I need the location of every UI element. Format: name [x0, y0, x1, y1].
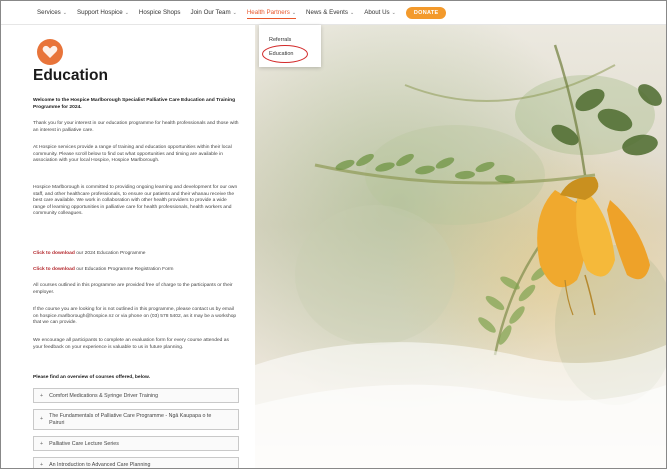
hero-illustration: [255, 44, 666, 468]
paragraph-free-of-charge: All courses outlined in this programme a…: [33, 283, 233, 295]
donate-button[interactable]: DONATE: [405, 6, 447, 19]
chevron-down-icon: ⌄: [232, 9, 237, 16]
download-programme-line: Click to download our 2024 Education Pro…: [33, 251, 239, 258]
course-title: Comfort Medications & Syringe Driver Tra…: [49, 392, 159, 399]
nav-item-label: News & Events: [306, 9, 348, 16]
plus-icon: +: [40, 416, 44, 423]
chevron-down-icon: ⌄: [62, 9, 67, 16]
content-column: Education Welcome to the Hospice Marlbor…: [25, 25, 255, 468]
download-registration-line: Click to download our Education Programm…: [33, 267, 239, 274]
paragraph-intro: Thank you for your interest in our educa…: [33, 121, 239, 133]
chevron-down-icon: ⌄: [350, 9, 355, 16]
nav-item-join-our-team[interactable]: Join Our Team ⌄: [191, 9, 237, 16]
page-title: Education: [33, 67, 108, 84]
nav-item-label: Join Our Team: [190, 9, 231, 16]
nav-item-services[interactable]: Services ⌄: [37, 9, 67, 16]
hospice-heart-logo-icon: [37, 39, 63, 65]
course-title: An Introduction to Advanced Care Plannin…: [49, 461, 151, 468]
nav-item-label: Support Hospice: [76, 9, 123, 16]
nav-item-news-events[interactable]: News & Events ⌄: [306, 9, 354, 16]
paragraph-commitment: Hospice Marlborough is committed to prov…: [33, 185, 238, 217]
nav-item-label: Hospice Shops: [138, 9, 181, 16]
download-registration-text: our Education Programme Registration For…: [74, 267, 174, 272]
nav-item-about-us[interactable]: About Us ⌄: [364, 9, 396, 16]
paragraph-contact: If the course you are looking for is not…: [33, 307, 237, 326]
browser-frame: Services ⌄ Support Hospice ⌄ Hospice Shops…: [0, 0, 667, 469]
highlight-circle: [262, 45, 308, 63]
chevron-down-icon: ⌄: [291, 9, 297, 16]
dropdown-item-referrals[interactable]: Referrals: [269, 37, 291, 43]
nav-item-label: About Us: [364, 9, 390, 16]
plus-icon: +: [40, 440, 44, 447]
plus-icon: +: [40, 461, 44, 468]
chevron-down-icon: ⌄: [391, 9, 396, 16]
download-programme-text: our 2024 Education Programme: [74, 251, 146, 256]
nav-item-label: Health Partners: [246, 9, 290, 16]
download-programme-link[interactable]: Click to download: [33, 251, 75, 256]
course-accordion-item[interactable]: + Palliative Care Lecture Series: [33, 436, 239, 451]
course-accordion-item[interactable]: + Comfort Medications & Syringe Driver Tr…: [33, 388, 239, 403]
paragraph-opportunities: At Hospice services provide a range of t…: [33, 145, 232, 164]
course-accordion-item[interactable]: + An Introduction to Advanced Care Planni…: [33, 457, 239, 468]
paragraph-evaluation: We encourage all participants to complet…: [33, 338, 229, 350]
courses-overview-heading: Please find an overview of courses offer…: [33, 375, 150, 380]
nav-item-support-hospice[interactable]: Support Hospice ⌄: [77, 9, 129, 16]
plus-icon: +: [40, 392, 44, 399]
hero-image-kowhai-flower: [255, 25, 666, 468]
heart-icon: [42, 45, 58, 58]
nav-item-hospice-shops[interactable]: Hospice Shops: [139, 9, 181, 16]
course-title: The Fundamentals of Palliative Care Prog…: [49, 413, 212, 426]
chevron-down-icon: ⌄: [124, 9, 129, 16]
download-registration-link[interactable]: Click to download: [33, 267, 75, 272]
course-accordion-item[interactable]: + The Fundamentals of Palliative Care Pro…: [33, 409, 239, 430]
intro-heading: Welcome to the Hospice Marlborough Speci…: [33, 98, 236, 110]
nav-item-label: Services: [37, 9, 61, 16]
nav-item-health-partners[interactable]: Health Partners ⌄: [246, 9, 297, 19]
main-navigation: Services ⌄ Support Hospice ⌄ Hospice Shops…: [1, 1, 666, 25]
course-title: Palliative Care Lecture Series: [49, 440, 119, 447]
